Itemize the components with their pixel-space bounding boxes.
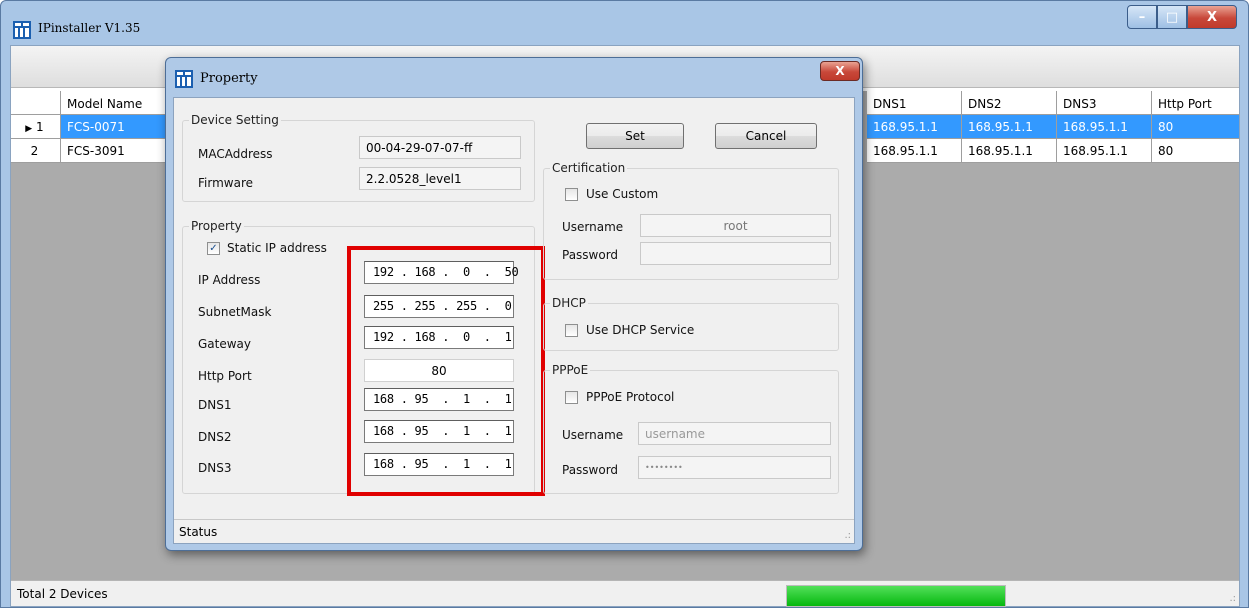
device-setting-legend: Device Setting bbox=[189, 113, 281, 127]
cert-password-field[interactable] bbox=[640, 242, 831, 265]
device-setting-group: Device Setting MACAddress 00-04-29-07-07… bbox=[182, 113, 535, 202]
certification-legend: Certification bbox=[550, 161, 628, 175]
dialog-close-button[interactable]: X bbox=[820, 61, 860, 81]
dns2-cell[interactable]: 168.95.1.1 bbox=[962, 139, 1057, 163]
dns1-cell[interactable]: 168.95.1.1 bbox=[867, 139, 962, 163]
table-row[interactable]: ▶ 1 FCS-0071 bbox=[11, 115, 171, 139]
model-name-cell[interactable]: FCS-3091 bbox=[61, 139, 171, 163]
http-port-cell[interactable]: 80 bbox=[1152, 115, 1239, 139]
dialog-title: Property bbox=[200, 71, 258, 86]
cancel-button[interactable]: Cancel bbox=[715, 123, 817, 149]
column-header-http-port[interactable]: Http Port bbox=[1152, 91, 1239, 115]
pppoe-protocol-checkbox[interactable] bbox=[565, 391, 578, 404]
dialog-status-bar: Status .: bbox=[174, 519, 854, 543]
row-number: 2 bbox=[30, 144, 39, 158]
table-row-right[interactable]: 168.95.1.1 168.95.1.1 168.95.1.1 80 bbox=[867, 115, 1239, 139]
gateway-label: Gateway bbox=[198, 337, 252, 351]
http-port-label: Http Port bbox=[198, 369, 252, 383]
pppoe-username-label: Username bbox=[562, 428, 624, 442]
pppoe-password-field[interactable]: •••••••• bbox=[638, 456, 831, 479]
http-port-cell[interactable]: 80 bbox=[1152, 139, 1239, 163]
use-dhcp-label: Use DHCP Service bbox=[586, 323, 695, 337]
model-name-cell[interactable]: FCS-0071 bbox=[61, 115, 171, 139]
dns3-cell[interactable]: 168.95.1.1 bbox=[1057, 115, 1152, 139]
dialog-body: Device Setting MACAddress 00-04-29-07-07… bbox=[173, 97, 855, 544]
row-number-cell: ▶ 1 bbox=[11, 115, 61, 139]
mac-label: MACAddress bbox=[198, 147, 273, 161]
close-icon: X bbox=[835, 64, 845, 78]
minimize-button[interactable]: – bbox=[1127, 5, 1157, 29]
column-header-model-name[interactable]: Model Name bbox=[61, 91, 171, 115]
set-button[interactable]: Set bbox=[586, 123, 684, 149]
column-header-dns1[interactable]: DNS1 bbox=[867, 91, 962, 115]
maximize-icon: □ bbox=[1165, 9, 1179, 25]
title-bar[interactable]: IPinstaller V1.35 – □ X bbox=[1, 1, 1248, 45]
use-dhcp-checkbox[interactable] bbox=[565, 324, 578, 337]
dns1-label: DNS1 bbox=[198, 398, 232, 412]
close-button[interactable]: X bbox=[1187, 5, 1237, 29]
progress-fill bbox=[787, 586, 1005, 606]
static-ip-label: Static IP address bbox=[227, 241, 327, 255]
highlight-box bbox=[347, 246, 545, 496]
device-count-text: Total 2 Devices bbox=[17, 587, 108, 601]
resize-grip-icon[interactable]: .: bbox=[844, 530, 851, 541]
main-status-bar: Total 2 Devices .: bbox=[11, 580, 1239, 607]
app-title: IPinstaller V1.35 bbox=[38, 21, 141, 35]
firmware-label: Firmware bbox=[198, 176, 253, 190]
progress-bar bbox=[786, 585, 1006, 607]
dns3-label: DNS3 bbox=[198, 461, 232, 475]
use-custom-checkbox[interactable] bbox=[565, 188, 578, 201]
resize-grip-icon[interactable]: .: bbox=[1229, 593, 1236, 604]
row-number-cell: 2 bbox=[11, 139, 61, 163]
dialog-status-label: Status bbox=[179, 525, 218, 539]
maximize-button[interactable]: □ bbox=[1157, 5, 1187, 29]
cert-username-label: Username bbox=[562, 220, 624, 234]
static-ip-checkbox[interactable]: ✓ bbox=[207, 242, 220, 255]
pppoe-protocol-label: PPPoE Protocol bbox=[586, 390, 675, 404]
dns3-cell[interactable]: 168.95.1.1 bbox=[1057, 139, 1152, 163]
dhcp-legend: DHCP bbox=[550, 296, 588, 310]
pppoe-username-field[interactable]: username bbox=[638, 422, 831, 445]
column-header-dns2[interactable]: DNS2 bbox=[962, 91, 1057, 115]
pppoe-password-label: Password bbox=[562, 463, 619, 477]
property-legend: Property bbox=[189, 219, 244, 233]
property-dialog: Property X Device Setting MACAddress 00-… bbox=[165, 57, 863, 551]
dhcp-group: DHCP Use DHCP Service bbox=[543, 296, 839, 351]
pppoe-legend: PPPoE bbox=[550, 363, 591, 377]
certification-group: Certification Use Custom Username root P… bbox=[543, 161, 839, 280]
check-icon: ✓ bbox=[209, 243, 218, 254]
minimize-icon: – bbox=[1138, 9, 1146, 25]
row-header-corner bbox=[11, 91, 61, 115]
dns2-cell[interactable]: 168.95.1.1 bbox=[962, 115, 1057, 139]
cert-password-label: Password bbox=[562, 248, 619, 262]
subnet-mask-label: SubnetMask bbox=[198, 305, 272, 319]
firmware-field: 2.2.0528_level1 bbox=[359, 167, 521, 190]
mac-field: 00-04-29-07-07-ff bbox=[359, 136, 521, 159]
grid-header-row-right: DNS1 DNS2 DNS3 Http Port bbox=[867, 91, 1239, 115]
column-header-dns3[interactable]: DNS3 bbox=[1057, 91, 1152, 115]
app-logo-icon bbox=[13, 21, 31, 39]
table-row-right[interactable]: 168.95.1.1 168.95.1.1 168.95.1.1 80 bbox=[867, 139, 1239, 163]
use-custom-label: Use Custom bbox=[586, 187, 659, 201]
dns2-label: DNS2 bbox=[198, 430, 232, 444]
dialog-logo-icon bbox=[175, 70, 193, 88]
row-number: 1 bbox=[36, 120, 44, 134]
close-icon: X bbox=[1206, 9, 1218, 25]
grid-header-row: Model Name bbox=[11, 91, 171, 115]
ip-address-label: IP Address bbox=[198, 273, 261, 287]
dns1-cell[interactable]: 168.95.1.1 bbox=[867, 115, 962, 139]
pppoe-group: PPPoE PPPoE Protocol Username username P… bbox=[543, 363, 839, 494]
table-row[interactable]: 2 FCS-3091 bbox=[11, 139, 171, 163]
row-pointer-icon: ▶ bbox=[25, 124, 33, 134]
cert-username-field[interactable]: root bbox=[640, 214, 831, 237]
